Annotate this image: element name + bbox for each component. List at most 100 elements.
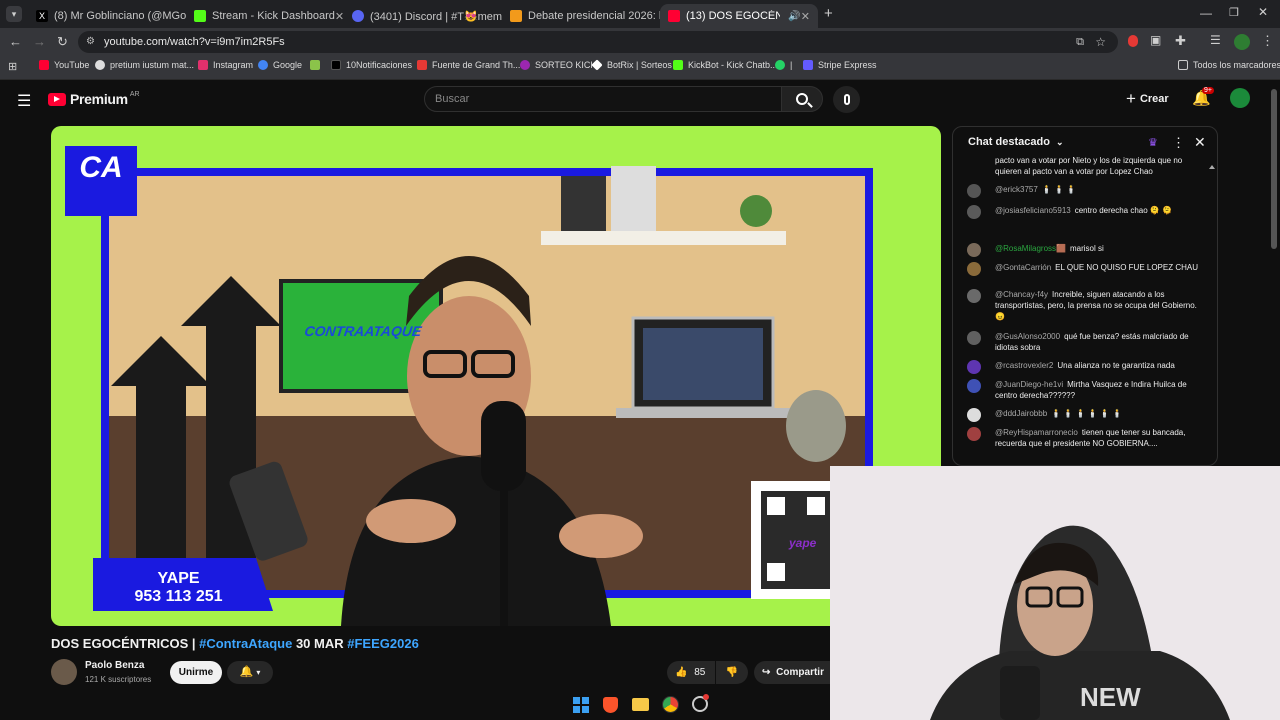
google-icon: [258, 60, 268, 70]
monitor-text: CONTRAATAQUE: [303, 323, 423, 339]
bookmark-pretium[interactable]: pretium iustum mat...: [95, 60, 194, 70]
brave-icon[interactable]: [603, 697, 618, 713]
browser-tab-bar: ▾ X (8) Mr Goblinciano (@MGoblin ✕ Strea…: [0, 0, 1280, 28]
close-tab-icon[interactable]: ✕: [335, 10, 344, 23]
youtube-icon: [668, 10, 680, 22]
bookmark-sorteo[interactable]: SORTEO KICK: [520, 60, 596, 70]
tab-debate[interactable]: Debate presidencial 2026: hoy s ✕: [502, 4, 660, 28]
bookmark-all[interactable]: Todos los marcadores: [1178, 60, 1280, 70]
new-tab-icon[interactable]: +: [824, 5, 833, 22]
hashtag-link[interactable]: #FEEG2026: [347, 636, 419, 651]
live-chat-panel: Chat destacado ⌄ ♛ ⋮ ✕ pacto van a votar…: [952, 126, 1218, 466]
instagram-icon: [198, 60, 208, 70]
install-icon[interactable]: ⧉: [1076, 31, 1084, 53]
minimize-icon[interactable]: —: [1200, 6, 1212, 20]
voice-search-button[interactable]: [833, 86, 860, 113]
forward-icon[interactable]: →: [33, 34, 46, 49]
search-input[interactable]: Buscar: [424, 86, 782, 112]
join-button[interactable]: Unirme: [170, 661, 222, 684]
bookmark-youtube[interactable]: YouTube: [39, 60, 89, 70]
tab-search-icon[interactable]: ▾: [6, 6, 22, 22]
channel-name[interactable]: Paolo Benza: [85, 660, 144, 671]
chat-more-icon[interactable]: ⋮: [1172, 135, 1185, 151]
site-info-icon[interactable]: ⚙: [86, 31, 95, 53]
avatar[interactable]: [967, 205, 981, 219]
chat-message: @ReyHispamarronecio tienen que tener su b…: [967, 427, 1207, 449]
chat-message: @erick3757 🕯️ 🕯️ 🕯️: [967, 184, 1207, 198]
bell-icon: 🔔: [239, 666, 254, 678]
bookmark-gta[interactable]: Fuente de Grand Th...: [417, 60, 520, 70]
url-field[interactable]: ⚙ youtube.com/watch?v=i9m7im2R5Fs ⧉ ☆: [78, 31, 1118, 53]
discord-icon: [352, 10, 364, 22]
chat-scrollbar[interactable]: [1209, 165, 1215, 455]
back-icon[interactable]: ←: [9, 34, 22, 49]
webcam-overlay: NEW: [830, 466, 1280, 720]
tab-twitter[interactable]: X (8) Mr Goblinciano (@MGoblin ✕: [28, 4, 186, 28]
like-button[interactable]: 👍 85: [667, 661, 715, 684]
extension-icon[interactable]: ▣: [1150, 33, 1161, 47]
close-chat-icon[interactable]: ✕: [1194, 134, 1206, 151]
chat-message: @dddJairobbb 🕯️ 🕯️ 🕯️ 🕯️ 🕯️ 🕯️: [967, 408, 1207, 422]
reload-icon[interactable]: ↻: [57, 34, 68, 50]
dislike-button[interactable]: 👎: [716, 661, 748, 684]
chrome-icon[interactable]: [662, 696, 679, 713]
avatar[interactable]: [967, 427, 981, 441]
bookmark-botrix[interactable]: BotRix | Sorteos: [591, 59, 672, 71]
notification-bell-button[interactable]: 🔔 ▾: [227, 661, 273, 684]
avatar[interactable]: [967, 262, 981, 276]
hamburger-menu-icon[interactable]: ☰: [17, 91, 31, 111]
bookmark-notifications[interactable]: 10Notificaciones: [331, 60, 412, 70]
page-scrollbar[interactable]: [1271, 89, 1277, 249]
bookmark-star-icon[interactable]: ☆: [1095, 31, 1106, 53]
chat-message: @GontaCarrión EL QUE NO QUISO FUE LOPEZ C…: [967, 262, 1207, 276]
hashtag-link[interactable]: #ContraAtaque: [199, 636, 292, 651]
bookmark-whatsapp[interactable]: |: [775, 60, 792, 70]
tab-discord[interactable]: (3401) Discord | #T😻memes ✕: [344, 4, 502, 28]
microphone-icon: [843, 94, 850, 105]
extension-record-icon[interactable]: [1128, 35, 1138, 47]
search-button[interactable]: [781, 86, 823, 112]
windows-start-icon[interactable]: [573, 697, 589, 713]
premium-crown-icon[interactable]: ♛: [1148, 136, 1158, 149]
subscriber-count: 121 K suscriptores: [85, 675, 152, 684]
account-avatar[interactable]: [1230, 88, 1250, 108]
create-button[interactable]: + Crear: [1126, 89, 1169, 109]
share-button[interactable]: ↪ Compartir: [754, 661, 830, 684]
close-window-icon[interactable]: ✕: [1258, 5, 1268, 19]
bookmark-extension[interactable]: [310, 60, 325, 70]
reading-list-icon[interactable]: ☰: [1210, 33, 1221, 47]
chat-message: @RosaMilagross🟫 marisol si: [967, 243, 1207, 257]
apps-grid-icon[interactable]: ⊞: [8, 60, 17, 73]
youtube-premium-logo[interactable]: Premium AR: [48, 91, 140, 107]
notifications-button[interactable]: 🔔 9+: [1192, 87, 1214, 108]
avatar[interactable]: [967, 360, 981, 374]
file-explorer-icon[interactable]: [632, 698, 649, 711]
chat-mode-dropdown[interactable]: Chat destacado ⌄: [968, 136, 1064, 148]
avatar[interactable]: [967, 243, 981, 257]
close-tab-icon[interactable]: ✕: [801, 10, 810, 23]
chevron-down-icon: ⌄: [1055, 137, 1064, 147]
bookmark-stripe[interactable]: Stripe Express: [803, 60, 877, 70]
avatar[interactable]: [967, 184, 981, 198]
browser-menu-icon[interactable]: ⋮: [1261, 33, 1274, 49]
avatar[interactable]: [967, 331, 981, 345]
folder-icon: [1178, 60, 1188, 70]
video-player[interactable]: CA CONTRAATAQUE YAPE 953 113 251 yape: [51, 126, 941, 626]
avatar[interactable]: [967, 289, 981, 303]
kick-icon: [194, 10, 206, 22]
channel-avatar[interactable]: [51, 659, 77, 685]
bookmark-kickbot[interactable]: KickBot - Kick Chatb...: [673, 60, 778, 70]
restore-icon[interactable]: ❐: [1229, 6, 1239, 19]
avatar[interactable]: [967, 379, 981, 393]
folder-icon: [417, 60, 427, 70]
audio-icon[interactable]: 🔊: [788, 11, 800, 22]
tab-kick[interactable]: Stream - Kick Dashboard ✕: [186, 4, 344, 28]
profile-avatar[interactable]: [1234, 34, 1250, 50]
star-icon: [520, 60, 530, 70]
avatar[interactable]: [967, 408, 981, 422]
extensions-puzzle-icon[interactable]: ✚: [1175, 33, 1186, 49]
bookmark-google[interactable]: Google: [258, 60, 302, 70]
tab-youtube-active[interactable]: (13) DOS EGOCÉNTRICOS | 🔊 ✕: [660, 4, 818, 28]
bookmark-instagram[interactable]: Instagram: [198, 60, 253, 70]
notification-badge: 9+: [1202, 87, 1214, 94]
